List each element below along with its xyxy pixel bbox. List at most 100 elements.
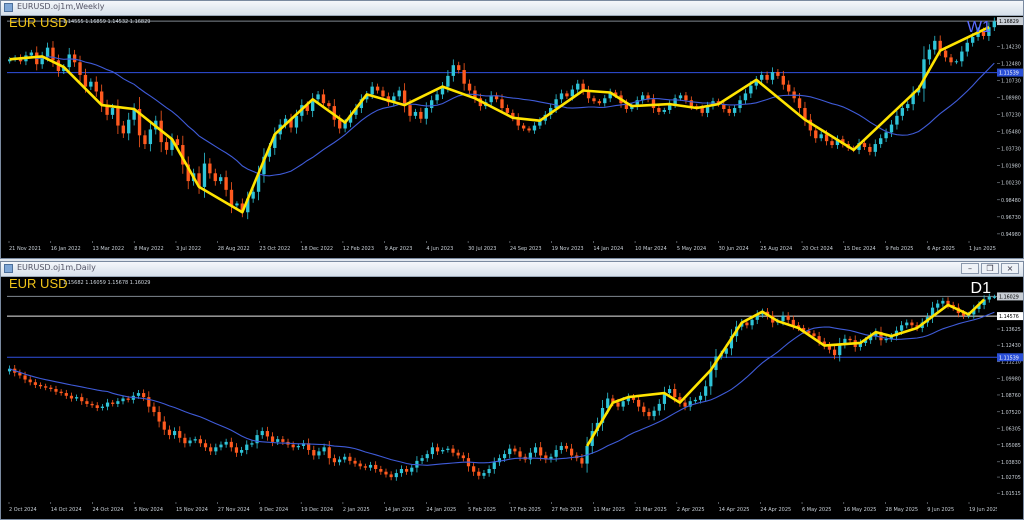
- daily-plot-area[interactable]: [7, 277, 997, 501]
- moving-average-line: [9, 56, 995, 177]
- candle-body: [384, 471, 388, 475]
- weekly-price-axis: 1.14230 1.12480 1.10730 1.08980 1.07230 1.054…: [997, 17, 1023, 238]
- x-tick-label: 19 Jun 2025: [969, 507, 997, 513]
- candle-body: [45, 47, 50, 57]
- candle-body: [64, 393, 68, 396]
- candle-body: [819, 134, 823, 139]
- weekly-window-title: EURUSD.oj1m,Weekly: [17, 2, 105, 11]
- x-tick-label: 27 Feb 2025: [552, 507, 583, 513]
- x-tick-label: 9 Apr 2023: [385, 246, 413, 252]
- candle-body: [167, 429, 172, 436]
- candle-body: [435, 447, 440, 452]
- candle-body: [521, 125, 526, 129]
- candle-body: [879, 138, 883, 145]
- y-tick-label: 1.08980: [1001, 96, 1021, 102]
- daily-window-title: EURUSD.oj1m,Daily: [17, 263, 96, 272]
- minimize-button[interactable]: –: [961, 263, 979, 274]
- candle-body: [862, 143, 867, 147]
- candle-body: [291, 444, 295, 448]
- candle-body: [941, 300, 945, 304]
- y-tick-label: 1.12430: [1001, 343, 1021, 349]
- zigzag-line: [585, 298, 986, 447]
- candle-body: [296, 445, 300, 448]
- candle-body: [446, 448, 450, 451]
- candle-body: [100, 406, 104, 408]
- x-tick-label: 19 Dec 2024: [301, 507, 333, 513]
- price-tag-label: 1.16029: [999, 294, 1019, 300]
- candle-body: [294, 115, 299, 128]
- candle-body: [337, 459, 342, 463]
- candle-body: [749, 85, 753, 94]
- candle-body: [513, 448, 517, 452]
- candle-body: [402, 90, 407, 106]
- restore-button[interactable]: ❐: [981, 263, 999, 274]
- weekly-chart-window[interactable]: EURUSD.oj1m,Weekly 1.14230 1.12480 1.10730…: [0, 0, 1024, 259]
- daily-price-axis: 1.136251.124301.112101.099801.087601.075…: [997, 292, 1023, 497]
- daily-chart-window[interactable]: EURUSD.oj1m,Daily – ❐ × 1.13625 1.12430 1.…: [0, 261, 1024, 520]
- y-tick-label: 1.07520: [1001, 410, 1021, 416]
- window-controls: – ❐ ×: [961, 263, 1019, 274]
- candle-body: [451, 448, 455, 453]
- y-tick-label: 1.03830: [1001, 460, 1021, 466]
- x-tick-label: 6 Apr 2025: [927, 246, 955, 252]
- price-tag-label: 1.14576: [999, 314, 1019, 320]
- x-tick-label: 23 Oct 2022: [259, 246, 290, 252]
- candle-body: [358, 463, 362, 467]
- candle-body: [606, 398, 610, 408]
- candle-body: [776, 72, 780, 76]
- candle-body: [848, 338, 852, 341]
- y-tick-label: 0.94980: [1001, 232, 1021, 238]
- candle-body: [424, 108, 428, 119]
- weekly-plot-area[interactable]: [7, 16, 997, 240]
- candle-body: [637, 399, 641, 407]
- candle-body: [193, 439, 197, 441]
- candle-body: [110, 108, 115, 115]
- candle-body: [224, 441, 228, 445]
- y-tick-label: 1.13625: [1001, 327, 1021, 333]
- candle-body: [394, 473, 398, 478]
- weekly-symbol-label: EUR USD: [9, 15, 68, 30]
- candle-body: [647, 412, 651, 417]
- candle-body: [353, 460, 357, 464]
- x-tick-label: 14 Jan 2024: [593, 246, 623, 252]
- x-tick-label: 24 Apr 2025: [760, 507, 791, 513]
- x-tick-label: 8 May 2022: [134, 246, 163, 252]
- candle-body: [202, 163, 207, 187]
- y-tick-label: 1.02705: [1001, 475, 1021, 481]
- y-tick-label: 1.01515: [1001, 491, 1021, 497]
- candle-body: [910, 322, 914, 326]
- candle-body: [657, 403, 661, 411]
- close-button[interactable]: ×: [1001, 263, 1019, 274]
- price-tag-label: 1.16829: [999, 19, 1019, 25]
- x-tick-label: 21 Nov 2021: [9, 246, 41, 252]
- candle-body: [832, 349, 837, 356]
- candle-body: [183, 437, 187, 444]
- candle-body: [532, 125, 537, 131]
- x-tick-label: 17 Feb 2025: [510, 507, 541, 513]
- candle-body: [214, 447, 218, 452]
- candle-body: [727, 109, 731, 113]
- y-tick-label: 1.12480: [1001, 61, 1021, 67]
- x-tick-label: 15 Nov 2024: [176, 507, 208, 513]
- candle-body: [127, 119, 131, 134]
- candle-body: [121, 125, 125, 134]
- candle-body: [906, 104, 910, 109]
- candle-body: [502, 454, 507, 459]
- candle-body: [759, 74, 764, 80]
- candle-body: [500, 99, 504, 109]
- weekly-window-titlebar[interactable]: EURUSD.oj1m,Weekly: [1, 1, 1023, 16]
- daily-window-titlebar[interactable]: EURUSD.oj1m,Daily – ❐ ×: [1, 262, 1023, 277]
- candle-body: [152, 406, 156, 413]
- zigzag-line: [9, 26, 990, 214]
- weekly-timeframe-label: W1: [967, 19, 991, 36]
- candle-body: [895, 115, 899, 125]
- candle-body: [900, 108, 905, 116]
- price-tag-label: 1.11539: [999, 355, 1019, 361]
- candle-body: [781, 75, 785, 85]
- candle-body: [69, 395, 74, 399]
- daily-time-axis: 2 Oct 2024 14 Oct 2024 24 Oct 2024 5 Nov 20…: [8, 502, 997, 513]
- candle-body: [38, 384, 43, 387]
- candle-body: [116, 108, 120, 126]
- candle-body: [812, 333, 816, 337]
- candle-body: [429, 100, 434, 109]
